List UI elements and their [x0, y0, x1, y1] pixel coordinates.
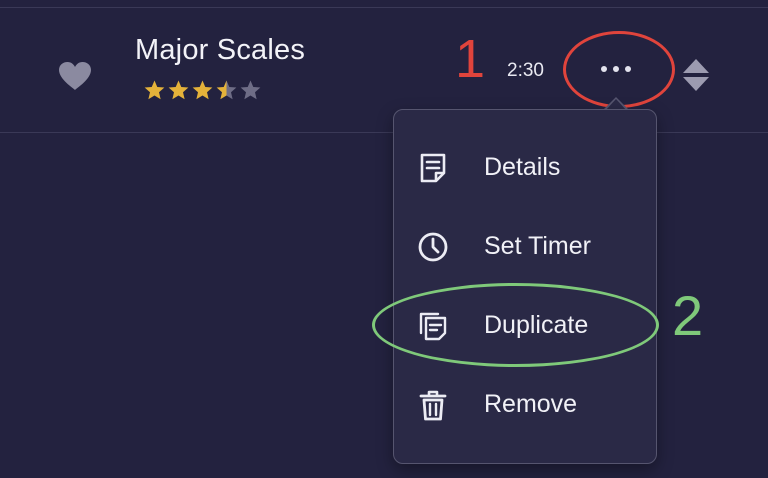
annotation-step-2: 2 — [672, 284, 704, 347]
heart-icon[interactable] — [57, 60, 93, 92]
menu-item-label: Set Timer — [484, 232, 591, 260]
menu-item-label: Details — [484, 153, 561, 181]
item-title: Major Scales — [135, 34, 306, 66]
star-icon — [240, 80, 261, 100]
reorder-icon[interactable] — [680, 56, 712, 94]
menu-item-label: Remove — [484, 390, 578, 418]
star-icon — [168, 80, 189, 100]
star-icon — [144, 80, 165, 100]
star-rating — [143, 79, 262, 103]
note-icon — [420, 153, 446, 183]
clock-icon — [418, 232, 448, 262]
annotation-circle-green — [372, 283, 659, 367]
star-icon — [216, 80, 237, 100]
menu-item-remove[interactable]: Remove — [394, 374, 656, 436]
trash-icon — [419, 390, 447, 421]
annotation-step-1: 1 — [455, 29, 486, 89]
star-icon — [192, 80, 213, 100]
menu-item-details[interactable]: Details — [394, 137, 656, 199]
menu-item-set-timer[interactable]: Set Timer — [394, 216, 656, 278]
item-duration: 2:30 — [507, 60, 544, 81]
